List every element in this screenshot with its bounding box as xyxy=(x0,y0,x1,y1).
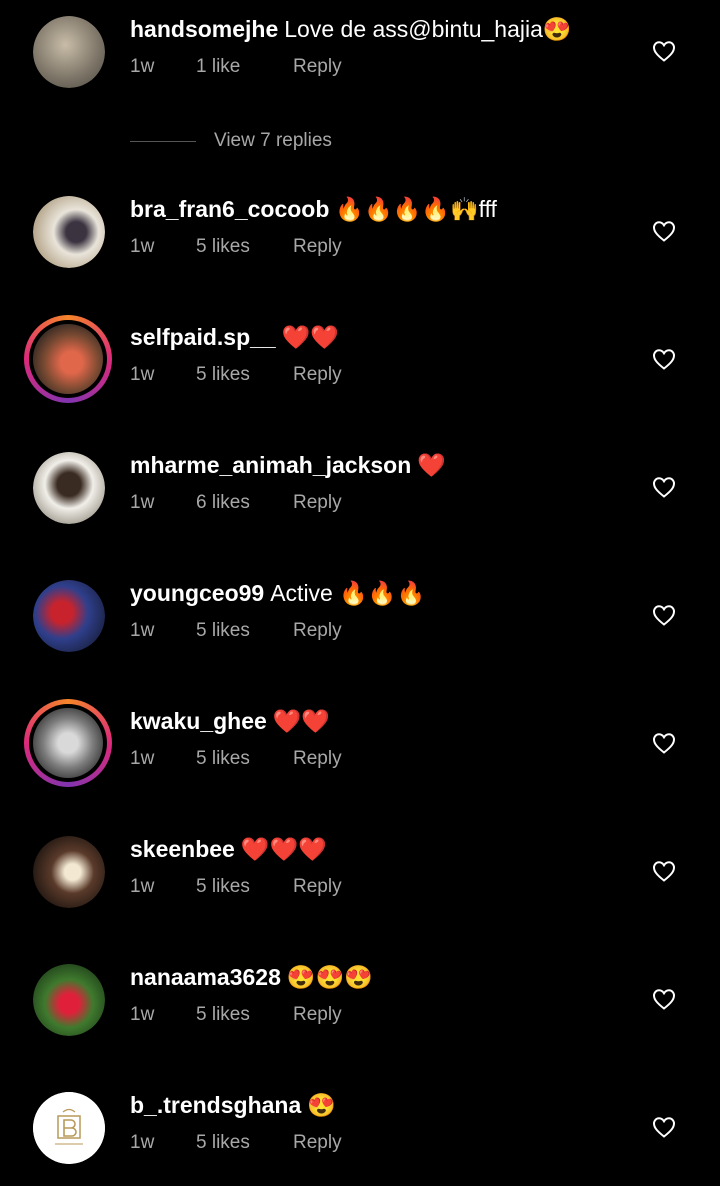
comment-likes[interactable]: 5 likes xyxy=(196,748,293,770)
reply-button[interactable]: Reply xyxy=(293,364,342,386)
comment-timestamp: 1w xyxy=(130,748,155,769)
heart-icon[interactable] xyxy=(652,732,676,754)
heart-icon[interactable] xyxy=(652,604,676,626)
reply-button[interactable]: Reply xyxy=(293,1004,342,1026)
avatar[interactable] xyxy=(33,836,105,908)
comment-username[interactable]: b_.trendsghana xyxy=(130,1092,301,1118)
comment-likes[interactable]: 6 likes xyxy=(196,492,293,514)
comment-item: skeenbee ❤️❤️❤️ 1w 5 likes Reply xyxy=(0,820,720,930)
comment-text: ❤️❤️ xyxy=(272,708,331,734)
comment-item: b_.trendsghana 😍 1w 5 likes Reply xyxy=(0,1076,720,1186)
comment-item: kwaku_ghee ❤️❤️ 1w 5 likes Reply xyxy=(0,692,720,802)
comment-timestamp: 1w xyxy=(130,56,155,77)
reply-button[interactable]: Reply xyxy=(293,236,342,258)
comment-likes[interactable]: 5 likes xyxy=(196,876,293,898)
comment-timestamp: 1w xyxy=(130,236,155,257)
comment-username[interactable]: bra_fran6_cocoob xyxy=(130,196,329,222)
comment-timestamp: 1w xyxy=(130,492,155,513)
comment-item: handsomejhe Love de ass@bintu_hajia😍 1w 1 … xyxy=(0,0,720,110)
avatar[interactable] xyxy=(33,196,105,268)
brand-logo-icon xyxy=(33,1092,105,1164)
reply-button[interactable]: Reply xyxy=(293,492,342,514)
reply-button[interactable]: Reply xyxy=(293,748,342,770)
comment-timestamp: 1w xyxy=(130,620,155,641)
heart-icon[interactable] xyxy=(652,988,676,1010)
comment-timestamp: 1w xyxy=(130,364,155,385)
reply-button[interactable]: Reply xyxy=(293,1132,342,1154)
comment-likes[interactable]: 5 likes xyxy=(196,620,293,642)
comment-likes[interactable]: 1 like xyxy=(196,56,293,78)
comment-username[interactable]: mharme_animah_jackson xyxy=(130,452,411,478)
comment-username[interactable]: youngceo99 xyxy=(130,580,264,606)
avatar[interactable] xyxy=(33,964,105,1036)
comment-likes[interactable]: 5 likes xyxy=(196,1132,293,1154)
reply-button[interactable]: Reply xyxy=(293,56,342,78)
comment-username[interactable]: nanaama3628 xyxy=(130,964,281,990)
heart-icon[interactable] xyxy=(652,476,676,498)
comment-text: 😍😍😍 xyxy=(286,964,373,990)
heart-icon[interactable] xyxy=(652,348,676,370)
comment-timestamp: 1w xyxy=(130,1004,155,1025)
heart-icon[interactable] xyxy=(652,220,676,242)
comment-username[interactable]: selfpaid.sp__ xyxy=(130,324,276,350)
comment-text: Active 🔥🔥🔥 xyxy=(270,580,426,606)
comment-likes[interactable]: 5 likes xyxy=(196,1004,293,1026)
comment-item: selfpaid.sp__ ❤️❤️ 1w 5 likes Reply xyxy=(0,308,720,418)
comment-timestamp: 1w xyxy=(130,1132,155,1153)
avatar[interactable] xyxy=(33,452,105,524)
avatar-story-ring[interactable] xyxy=(24,315,112,403)
avatar-story-ring[interactable] xyxy=(24,699,112,787)
comment-text: Love de ass@bintu_hajia😍 xyxy=(284,16,572,42)
heart-icon[interactable] xyxy=(652,40,676,62)
comment-item: mharme_animah_jackson ❤️ 1w 6 likes Reply xyxy=(0,436,720,546)
avatar[interactable] xyxy=(33,16,105,88)
comment-likes[interactable]: 5 likes xyxy=(196,236,293,258)
comment-text: 🔥🔥🔥🔥🙌fff xyxy=(335,196,497,222)
comment-username[interactable]: skeenbee xyxy=(130,836,235,862)
view-replies-button[interactable]: View 7 replies xyxy=(214,130,332,152)
avatar[interactable] xyxy=(33,580,105,652)
comment-item: youngceo99 Active 🔥🔥🔥 1w 5 likes Reply xyxy=(0,564,720,674)
avatar[interactable] xyxy=(33,1092,105,1164)
view-replies-row[interactable]: View 7 replies xyxy=(0,124,720,160)
comment-username[interactable]: handsomejhe xyxy=(130,16,278,42)
reply-button[interactable]: Reply xyxy=(293,620,342,642)
comment-text: ❤️❤️❤️ xyxy=(240,836,327,862)
comment-username[interactable]: kwaku_ghee xyxy=(130,708,267,734)
comment-text: ❤️❤️ xyxy=(281,324,340,350)
comment-text: ❤️ xyxy=(417,452,446,478)
comment-likes[interactable]: 5 likes xyxy=(196,364,293,386)
comment-item: nanaama3628 😍😍😍 1w 5 likes Reply xyxy=(0,948,720,1058)
divider xyxy=(130,141,196,142)
comment-timestamp: 1w xyxy=(130,876,155,897)
comment-text: 😍 xyxy=(307,1092,336,1118)
comment-item: bra_fran6_cocoob 🔥🔥🔥🔥🙌fff 1w 5 likes Reply xyxy=(0,180,720,290)
heart-icon[interactable] xyxy=(652,860,676,882)
reply-button[interactable]: Reply xyxy=(293,876,342,898)
heart-icon[interactable] xyxy=(652,1116,676,1138)
